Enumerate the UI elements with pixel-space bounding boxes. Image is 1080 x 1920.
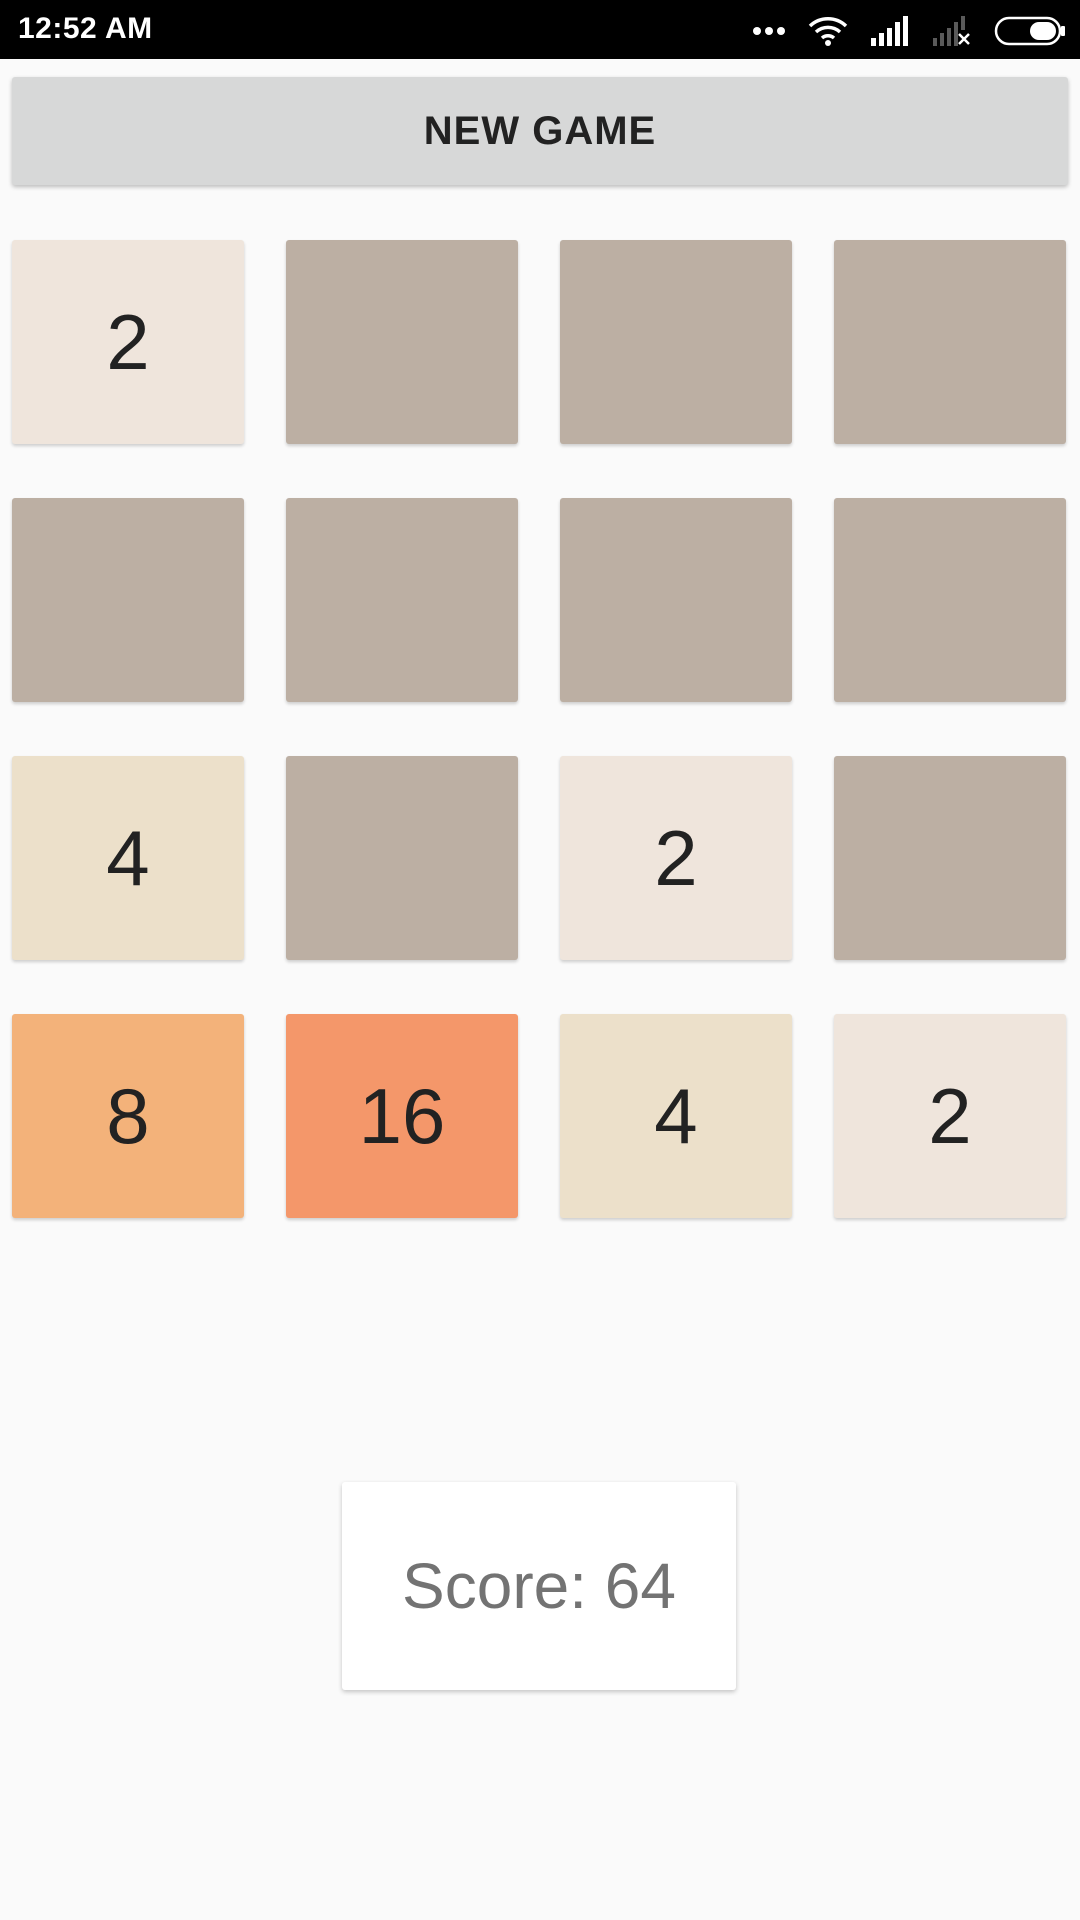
- more-dots-icon: [752, 26, 786, 36]
- status-bar: 12:52 AM: [0, 0, 1080, 59]
- game-board[interactable]: 2 4 2 8 16 4 2: [12, 240, 1068, 1218]
- tile-2: 2: [560, 756, 792, 960]
- status-time: 12:52 AM: [18, 12, 153, 45]
- score-card: Score: 64: [342, 1482, 736, 1690]
- empty-tile: [286, 756, 518, 960]
- battery-icon: [994, 16, 1066, 46]
- empty-tile: [286, 498, 518, 702]
- signal-icon: [870, 16, 910, 46]
- empty-tile: [834, 498, 1066, 702]
- empty-tile: [286, 240, 518, 444]
- wifi-icon: [808, 16, 848, 46]
- empty-tile: [12, 498, 244, 702]
- tile-value: 8: [106, 1071, 150, 1160]
- status-icons: [752, 14, 1066, 48]
- tile-8: 8: [12, 1014, 244, 1218]
- tile-4: 4: [12, 756, 244, 960]
- empty-tile: [560, 498, 792, 702]
- signal-no-service-icon: [932, 16, 972, 46]
- tile-value: 2: [106, 297, 150, 386]
- empty-tile: [834, 240, 1066, 444]
- empty-tile: [560, 240, 792, 444]
- tile-2: 2: [834, 1014, 1066, 1218]
- empty-tile: [834, 756, 1066, 960]
- tile-value: 4: [106, 813, 150, 902]
- tile-value: 2: [654, 813, 698, 902]
- score-label: Score: 64: [402, 1550, 676, 1622]
- tile-value: 16: [358, 1071, 446, 1160]
- tile-4: 4: [560, 1014, 792, 1218]
- tile-2: 2: [12, 240, 244, 444]
- new-game-button[interactable]: NEW GAME: [12, 77, 1068, 185]
- tile-value: 4: [654, 1071, 698, 1160]
- tile-value: 2: [928, 1071, 972, 1160]
- tile-16: 16: [286, 1014, 518, 1218]
